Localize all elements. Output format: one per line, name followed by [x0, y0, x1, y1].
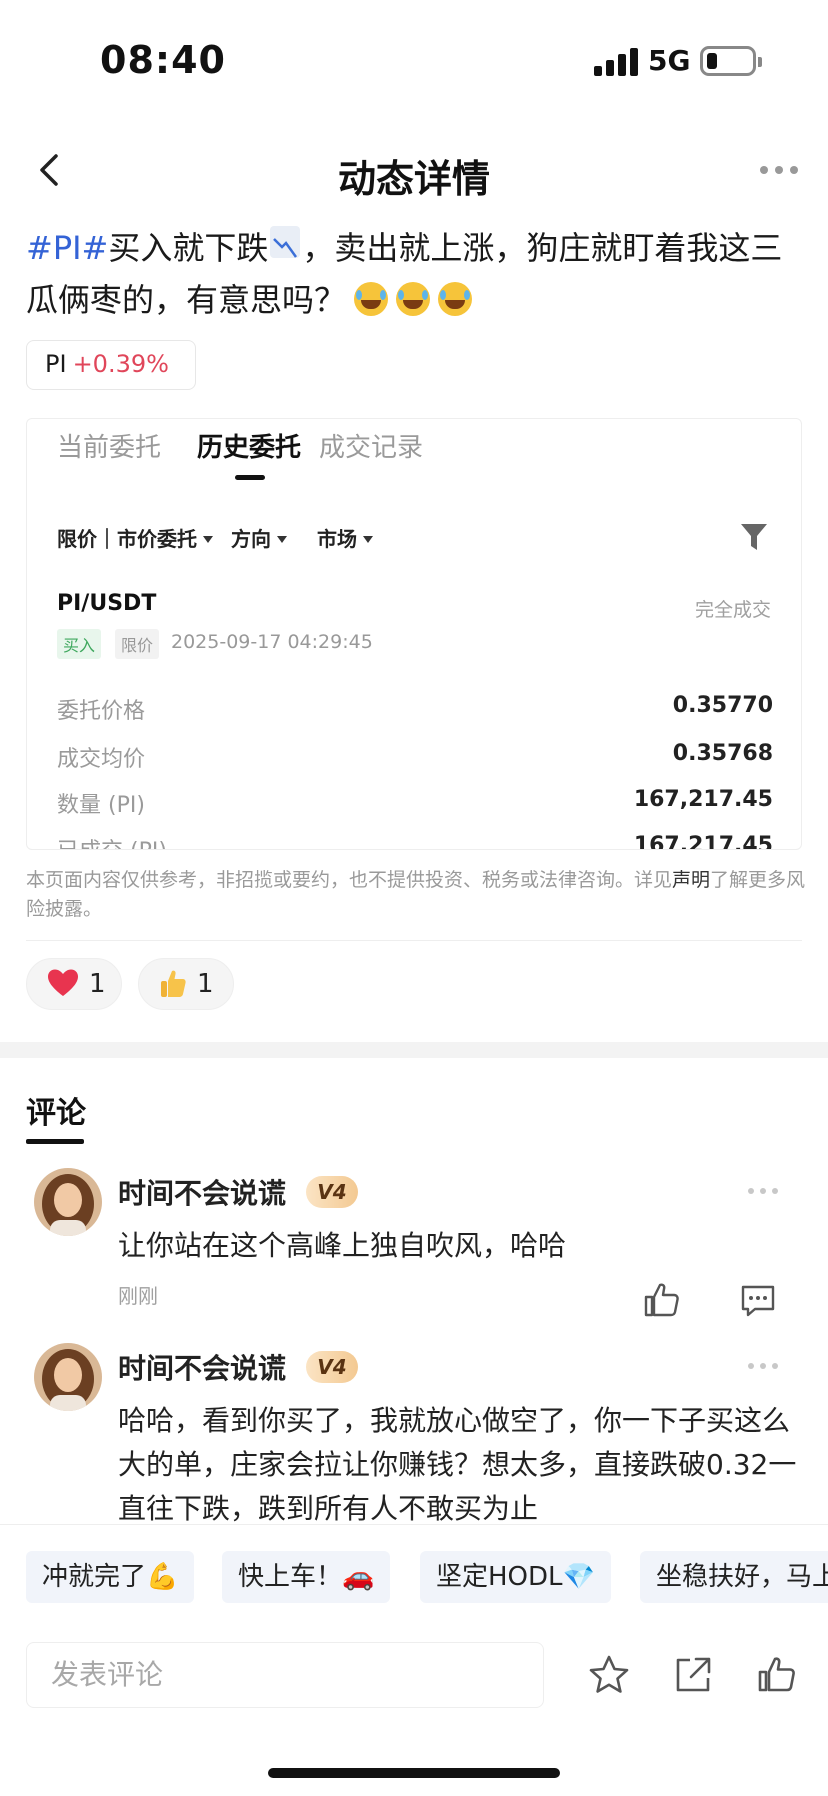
quick-reply-chip[interactable]: 冲就完了💪: [26, 1551, 195, 1603]
quick-reply-chip[interactable]: 坐稳扶好，马上: [640, 1551, 828, 1603]
bottom-action-bar: 发表评论: [0, 1618, 828, 1796]
status-time: 08:40: [100, 38, 226, 82]
share-icon[interactable]: [672, 1654, 714, 1696]
comment-text: 哈哈，看到你买了，我就放心做空了，你一下子买这么大的单，庄家会拉让你赚钱？想太多…: [118, 1404, 797, 1525]
like-icon[interactable]: [642, 1280, 682, 1320]
network-type: 5G: [648, 44, 691, 77]
filter-market: 市场: [317, 523, 373, 552]
heart-icon: [48, 969, 78, 996]
level-badge: V4: [306, 1176, 358, 1208]
home-indicator: [268, 1768, 560, 1778]
post-hashtag[interactable]: #PI#: [26, 229, 108, 267]
thumbs-up-reaction-button[interactable]: 1: [138, 958, 234, 1010]
battery-icon: [700, 46, 762, 76]
comments-heading: 评论: [26, 1096, 86, 1131]
ticker-change: +0.39%: [72, 350, 169, 378]
caret-down-icon: [203, 536, 213, 543]
order-timestamp: 2025-09-17 04:29:45: [171, 631, 373, 653]
filter-funnel-icon: [741, 524, 767, 550]
order-detail-row: 数量 (PI) 167,217.45: [57, 787, 773, 818]
reply-comment-icon[interactable]: [738, 1280, 778, 1320]
quick-reply-chip[interactable]: 坚定HODL💎: [420, 1551, 611, 1603]
comment-text: 让你站在这个高峰上独自吹风，哈哈: [118, 1229, 567, 1262]
signal-icon: [594, 46, 638, 76]
divider: [26, 940, 802, 941]
quick-reply-bar: 冲就完了💪 快上车！🚗 坚定HODL💎 坐稳扶好，马上: [0, 1524, 828, 1618]
order-status: 完全成交: [694, 599, 771, 621]
comment-more-icon[interactable]: [748, 1363, 778, 1369]
avatar[interactable]: [34, 1343, 102, 1411]
trading-pair: PI/USDT: [57, 591, 157, 616]
comment-more-icon[interactable]: [748, 1188, 778, 1194]
laughing-emoji-icon: [354, 282, 389, 316]
heart-reaction-button[interactable]: 1: [26, 958, 122, 1010]
more-options-icon[interactable]: [760, 166, 798, 174]
comment-item: 时间不会说谎 V4 哈哈，看到你买了，我就放心做空了，你一下子买这么大的单，庄家…: [0, 1343, 828, 1525]
post-text-a: 买入就下跌: [108, 229, 269, 267]
thumbs-up-emoji-icon: [161, 970, 186, 997]
like-post-icon[interactable]: [756, 1654, 798, 1696]
side-badge: 买入: [57, 629, 102, 659]
section-separator: [0, 1042, 828, 1058]
caret-down-icon: [277, 536, 287, 543]
order-detail-row: 已成交 (PI)167,217.45: [57, 833, 773, 850]
comment-time: 刚刚: [118, 1284, 158, 1308]
type-badge: 限价: [115, 629, 160, 659]
statement-link[interactable]: 声明: [672, 869, 710, 891]
order-screenshot-image[interactable]: 当前委托 历史委托 成交记录 限价｜市价委托 方向 市场 PI/USDT 完全成…: [26, 418, 802, 850]
post-content: #PI#买入就下跌 ，卖出就上涨，狗庄就盯着我这三瓜俩枣的，有意思吗？: [26, 222, 806, 326]
active-tab-indicator: [235, 475, 265, 480]
chart-decreasing-emoji-icon: [270, 226, 301, 258]
risk-disclaimer: 本页面内容仅供参考，非招揽或要约，也不提供投资、税务或法律咨询。详见声明了解更多…: [26, 869, 806, 920]
laughing-emoji-icon: [438, 282, 473, 316]
order-detail-row: 委托价格 0.35770: [57, 693, 773, 724]
tab-trade-records: 成交记录: [319, 433, 424, 463]
quick-reply-chip[interactable]: 快上车！🚗: [222, 1551, 391, 1603]
order-detail-row: 成交均价 0.35768: [57, 741, 773, 772]
filter-order-type: 限价｜市价委托: [57, 523, 213, 552]
comment-username[interactable]: 时间不会说谎: [118, 1172, 286, 1212]
tab-order-history: 历史委托: [197, 433, 302, 463]
comments-tab-indicator: [26, 1139, 84, 1144]
status-bar: 08:40 5G: [0, 0, 828, 110]
tab-current-orders: 当前委托: [57, 433, 162, 463]
comment-username[interactable]: 时间不会说谎: [118, 1347, 286, 1387]
comment-input[interactable]: 发表评论: [26, 1642, 544, 1708]
ticker-symbol: PI: [45, 350, 67, 378]
order-tabs: 当前委托 历史委托 成交记录: [27, 419, 801, 499]
caret-down-icon: [363, 536, 373, 543]
star-favorite-icon[interactable]: [588, 1654, 630, 1696]
avatar[interactable]: [34, 1168, 102, 1236]
nav-bar: 动态详情: [0, 130, 828, 210]
level-badge: V4: [306, 1351, 358, 1383]
laughing-emoji-icon: [396, 282, 431, 316]
comment-item: 时间不会说谎 V4 让你站在这个高峰上独自吹风，哈哈 刚刚: [0, 1168, 828, 1318]
page-title: 动态详情: [337, 157, 490, 201]
filter-direction: 方向: [231, 523, 287, 552]
ticker-chip[interactable]: PI +0.39%: [26, 340, 196, 390]
